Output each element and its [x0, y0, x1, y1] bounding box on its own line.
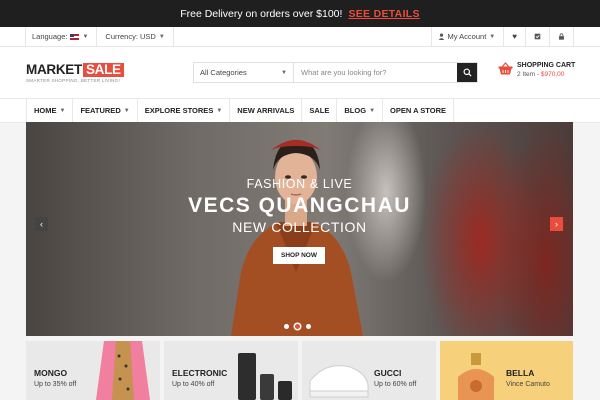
- nav-item-home[interactable]: HOME ▼: [26, 99, 74, 122]
- cart-count: 2 Item -: [517, 71, 541, 78]
- chevron-right-icon: ›: [555, 219, 558, 229]
- nav-item-explore-stores[interactable]: EXPLORE STORES ▼: [138, 99, 231, 122]
- see-details-link[interactable]: SEE DETAILS: [348, 8, 419, 20]
- category-select-value: All Categories: [200, 68, 247, 77]
- chevron-down-icon: ▼: [82, 33, 89, 40]
- chevron-down-icon: ▼: [281, 69, 287, 76]
- category-select[interactable]: All Categories ▼: [194, 63, 294, 82]
- nav-item-new-arrivals[interactable]: NEW ARRIVALS: [230, 99, 303, 122]
- chevron-down-icon: ▼: [489, 33, 496, 40]
- nav-label: EXPLORE STORES: [144, 106, 214, 115]
- slider-dot[interactable]: [306, 324, 311, 329]
- user-icon: [438, 33, 444, 40]
- currency-label: Currency: USD: [105, 32, 156, 41]
- category-name: MONGO: [34, 368, 68, 378]
- language-selector[interactable]: Language: ▼: [25, 27, 98, 46]
- nav-label: NEW ARRIVALS: [237, 106, 295, 115]
- slider-prev-button[interactable]: ‹: [35, 217, 48, 231]
- search-icon: [462, 68, 472, 77]
- us-flag-icon: [70, 33, 80, 40]
- my-account-menu[interactable]: My Account ▼: [430, 27, 504, 46]
- category-subtitle: Up to 35% off: [34, 381, 77, 388]
- chevron-down-icon: ▼: [216, 107, 223, 114]
- slider-dots: [284, 324, 311, 329]
- bella-product-image: [458, 353, 494, 400]
- category-card-bella[interactable]: BELLA Vince Camuto: [440, 341, 573, 400]
- wishlist-button[interactable]: ♥: [503, 27, 525, 46]
- hero-line-2: VECS QUANGCHAU: [188, 194, 411, 217]
- category-banners: MONGO Up to 35% off ELECTRONIC Up to 40%…: [26, 341, 573, 400]
- checkbox-icon: [534, 33, 541, 40]
- promo-bar: Free Delivery on orders over $100! SEE D…: [0, 0, 600, 27]
- category-card-mongo[interactable]: MONGO Up to 35% off: [26, 341, 160, 400]
- category-subtitle: Vince Camuto: [506, 381, 550, 388]
- category-name: BELLA: [506, 368, 535, 378]
- language-label: Language:: [32, 32, 68, 41]
- shop-now-button[interactable]: SHOP NOW: [273, 247, 325, 264]
- site-logo[interactable]: MARKET SALE SMARTER SHOPPING, BETTER LIV…: [26, 62, 124, 83]
- chevron-down-icon: ▼: [158, 33, 165, 40]
- main-nav: HOME ▼ FEATURED ▼ EXPLORE STORES ▼ NEW ARRI…: [0, 98, 600, 123]
- nav-label: HOME: [34, 106, 57, 115]
- compare-button[interactable]: [525, 27, 549, 46]
- category-subtitle: Up to 40% off: [172, 381, 215, 388]
- hero-line-3: NEW COLLECTION: [232, 219, 367, 235]
- slider-next-button[interactable]: ›: [550, 217, 563, 231]
- utility-bar: Language: ▼ Currency: USD ▼ My Account ▼…: [0, 27, 600, 47]
- nav-label: BLOG: [344, 106, 367, 115]
- logo-main-text: MARKET: [26, 62, 82, 77]
- category-card-gucci[interactable]: GUCCI Up to 60% off: [302, 341, 436, 400]
- hero-caption: FASHION & LIVE VECS QUANGCHAU NEW COLLEC…: [26, 177, 573, 235]
- slider-dot-active[interactable]: [295, 324, 300, 329]
- logo-accent-text: SALE: [82, 62, 124, 77]
- nav-label: SALE: [309, 106, 330, 115]
- nav-item-featured[interactable]: FEATURED ▼: [73, 99, 138, 122]
- category-card-electronic[interactable]: ELECTRONIC Up to 40% off: [164, 341, 298, 400]
- chevron-left-icon: ‹: [40, 219, 43, 229]
- chevron-down-icon: ▼: [369, 107, 376, 114]
- hero-line-1: FASHION & LIVE: [246, 177, 353, 191]
- promo-text: Free Delivery on orders over $100!: [180, 7, 343, 20]
- search-button[interactable]: [457, 63, 477, 82]
- mongo-product-image: [96, 341, 150, 400]
- category-name: ELECTRONIC: [172, 368, 228, 378]
- nav-item-sale[interactable]: SALE: [302, 99, 338, 122]
- login-button[interactable]: [549, 27, 574, 46]
- slider-dot[interactable]: [284, 324, 289, 329]
- cart-total: $970,00: [540, 71, 565, 78]
- logo-tagline: SMARTER SHOPPING, BETTER LIVING!: [26, 78, 121, 83]
- gucci-product-image: [309, 365, 369, 398]
- nav-item-open-a-store[interactable]: OPEN A STORE: [383, 99, 454, 122]
- search-input[interactable]: What are you looking for?: [294, 63, 457, 82]
- shopping-cart[interactable]: SHOPPING CART 2 Item - $970,00: [498, 62, 575, 78]
- site-header: MARKET SALE SMARTER SHOPPING, BETTER LIV…: [0, 47, 600, 98]
- basket-icon: [498, 62, 513, 75]
- search-placeholder: What are you looking for?: [301, 68, 387, 77]
- category-subtitle: Up to 60% off: [374, 381, 417, 388]
- my-account-label: My Account: [447, 32, 487, 41]
- chevron-down-icon: ▼: [59, 107, 66, 114]
- hero-slider: FASHION & LIVE VECS QUANGCHAU NEW COLLEC…: [26, 122, 573, 336]
- cart-title: SHOPPING CART: [517, 62, 576, 69]
- search-bar: All Categories ▼ What are you looking fo…: [193, 62, 478, 83]
- currency-selector[interactable]: Currency: USD ▼: [97, 27, 174, 46]
- heart-icon: ♥: [512, 31, 517, 41]
- chevron-down-icon: ▼: [123, 107, 130, 114]
- category-name: GUCCI: [374, 368, 402, 378]
- nav-label: FEATURED: [80, 106, 121, 115]
- electronic-product-image: [238, 353, 292, 400]
- nav-item-blog[interactable]: BLOG ▼: [337, 99, 384, 122]
- lock-icon: [559, 33, 564, 40]
- nav-label: OPEN A STORE: [390, 106, 446, 115]
